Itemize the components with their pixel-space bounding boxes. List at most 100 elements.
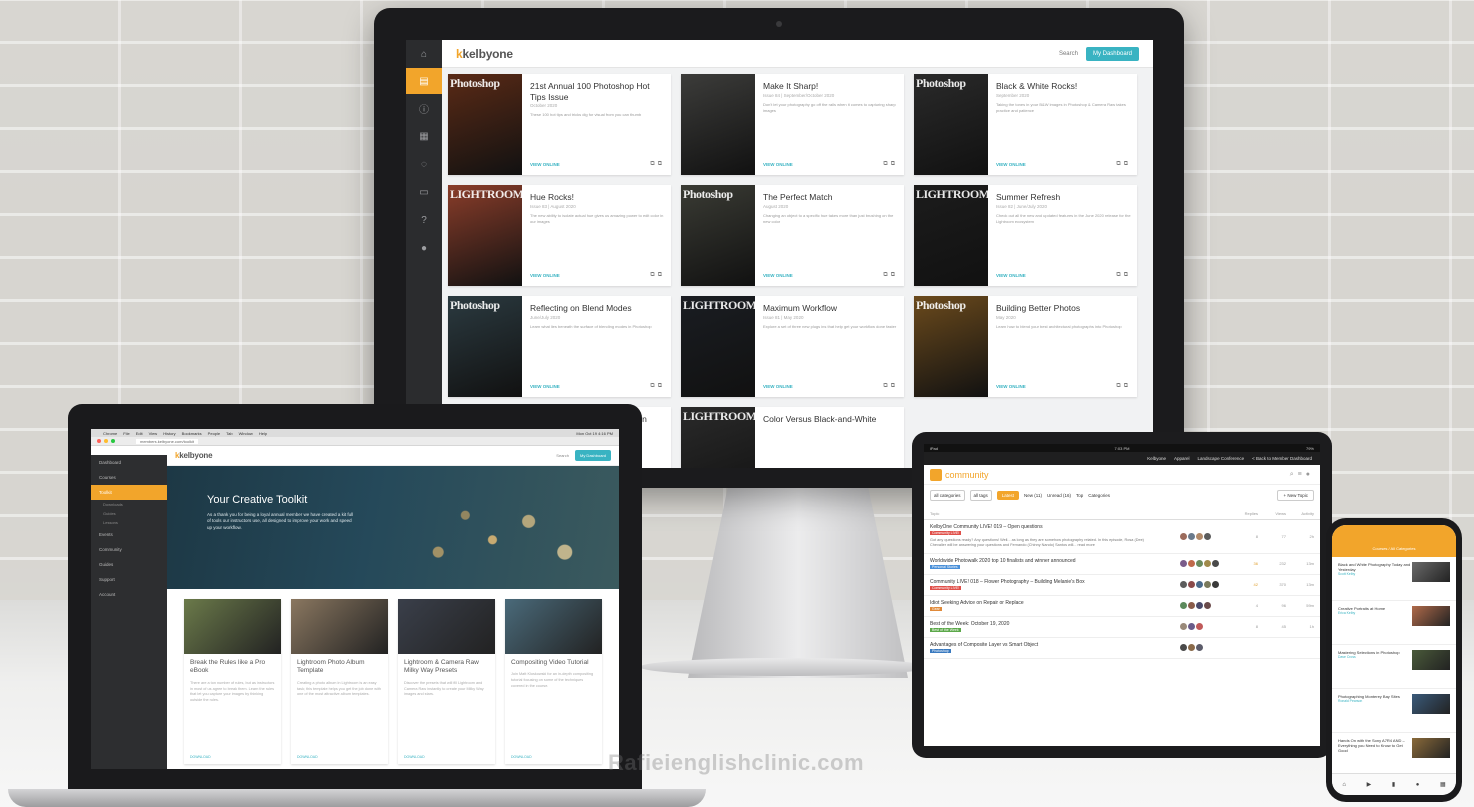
avatar[interactable]: [1204, 581, 1211, 589]
mac-menu-item[interactable]: Help: [259, 431, 267, 436]
magazine-title[interactable]: Make It Sharp!: [763, 81, 898, 92]
course-list-item[interactable]: Creative Portraits at Home Erica Kelby: [1332, 601, 1456, 645]
magazine-title[interactable]: Hue Rocks!: [530, 192, 665, 203]
download-icon[interactable]: ⧉: [891, 383, 898, 389]
close-icon[interactable]: [97, 439, 101, 443]
avatar[interactable]: [1188, 532, 1195, 540]
user-icon[interactable]: ●: [406, 234, 442, 262]
magazine-title[interactable]: The Perfect Match: [763, 192, 898, 203]
sidebar-item[interactable]: Events: [91, 527, 167, 542]
magazine-title[interactable]: Black & White Rocks!: [996, 81, 1131, 92]
magazine-title[interactable]: Color Versus Black-and-White: [763, 414, 898, 425]
toolkit-card[interactable]: Break the Rules like a Pro eBook There ar…: [184, 599, 281, 764]
magazine-title[interactable]: 21st Annual 100 Photoshop Hot Tips Issue: [530, 81, 665, 102]
mac-menu-item[interactable]: Chrome: [103, 431, 117, 436]
view-online-link[interactable]: VIEW ONLINE: [763, 384, 793, 389]
filter-dropdown[interactable]: all tags: [969, 489, 992, 501]
download-icon[interactable]: ⧉: [891, 161, 898, 167]
avatar[interactable]: [1180, 560, 1187, 568]
download-icon[interactable]: ⧉: [658, 161, 665, 167]
magazine-card[interactable]: Photoshop Reflecting on Blend Modes June/J…: [448, 296, 671, 397]
toolkit-card[interactable]: Lightroom Photo Album Template Creating a…: [291, 599, 388, 764]
kelbyone-logo[interactable]: kkelbyone: [175, 451, 213, 460]
help-icon[interactable]: ?: [406, 206, 442, 234]
course-title[interactable]: Hands On with the Sony A7R4 AND – Everyt…: [1338, 738, 1412, 754]
course-thumbnail[interactable]: [1412, 562, 1450, 582]
download-icon[interactable]: ⧉: [891, 272, 898, 278]
sidebar-subitem[interactable]: Lessons: [91, 518, 167, 527]
avatar[interactable]: [1212, 581, 1219, 589]
magazine-title[interactable]: Reflecting on Blend Modes: [530, 303, 665, 314]
community-logo[interactable]: community: [930, 468, 989, 481]
avatar[interactable]: [1204, 560, 1211, 568]
magazine-card[interactable]: LIGHTROOM Hue Rocks! Issue 83 | August 202…: [448, 185, 671, 286]
toolkit-card[interactable]: Compositing Video Tutorial Join Matt Klos…: [505, 599, 602, 764]
copy-icon[interactable]: ⧉: [883, 383, 890, 389]
toolkit-card-image[interactable]: [398, 599, 495, 654]
topic-row[interactable]: Worldwide Photowalk 2020 top 10 finalist…: [924, 554, 1320, 575]
avatar[interactable]: [1180, 602, 1187, 610]
play-icon[interactable]: ▶: [1367, 781, 1372, 788]
avatar[interactable]: [1188, 581, 1195, 589]
avatar[interactable]: [1212, 560, 1219, 568]
avatar[interactable]: [1180, 532, 1187, 540]
search-icon[interactable]: ⌕: [1290, 471, 1298, 478]
avatar[interactable]: [1180, 623, 1187, 631]
topic-tab[interactable]: Unread (16): [1047, 493, 1071, 498]
magazine-title[interactable]: Summer Refresh: [996, 192, 1131, 203]
download-link[interactable]: DOWNLOAD: [297, 755, 318, 759]
course-list-item[interactable]: Hands On with the Sony A7R4 AND – Everyt…: [1332, 733, 1456, 777]
community-nav-link[interactable]: < Back to Member Dashboard: [1252, 456, 1312, 461]
view-online-link[interactable]: VIEW ONLINE: [996, 162, 1026, 167]
toolkit-card-title[interactable]: Break the Rules like a Pro eBook: [184, 654, 281, 676]
course-thumbnail[interactable]: [1412, 606, 1450, 626]
sidebar-subitem[interactable]: Downloads: [91, 500, 167, 509]
sidebar-item[interactable]: Account: [91, 587, 167, 602]
copy-icon[interactable]: ⧉: [883, 161, 890, 167]
copy-icon[interactable]: ⧉: [1116, 272, 1123, 278]
magazine-card[interactable]: Photoshop Black & White Rocks! September 2…: [914, 74, 1137, 175]
magazine-icon[interactable]: ▤: [406, 68, 442, 94]
community-nav-link[interactable]: Landscape Conference: [1198, 456, 1245, 461]
topic-row[interactable]: Best of the Week: October 19, 2020 Best o…: [924, 617, 1320, 638]
sidebar-item[interactable]: Guides: [91, 557, 167, 572]
magazine-card[interactable]: Photoshop 21st Annual 100 Photoshop Hot T…: [448, 74, 671, 175]
topic-row[interactable]: Community LIVE! 018 – Flower Photography…: [924, 575, 1320, 596]
download-icon[interactable]: ⧉: [1124, 272, 1131, 278]
sidebar-item[interactable]: Community: [91, 542, 167, 557]
sidebar-item[interactable]: Toolkit: [91, 485, 167, 500]
home-icon[interactable]: ⌂: [406, 40, 442, 68]
copy-icon[interactable]: ⧉: [650, 161, 657, 167]
community-nav-link[interactable]: Apparel: [1174, 456, 1190, 461]
course-title[interactable]: Black and White Photography Today and Ye…: [1338, 562, 1412, 572]
download-link[interactable]: DOWNLOAD: [404, 755, 425, 759]
copy-icon[interactable]: ⧉: [650, 272, 657, 278]
topic-title[interactable]: Worldwide Photowalk 2020 top 10 finalist…: [930, 558, 1180, 564]
home-icon[interactable]: ⌂: [1342, 782, 1346, 788]
magazine-cover[interactable]: Photoshop: [448, 74, 522, 175]
topic-title[interactable]: KelbyOne Community LIVE! 019 – Open ques…: [930, 524, 1180, 530]
toolkit-card-image[interactable]: [291, 599, 388, 654]
topic-tab[interactable]: Top: [1076, 493, 1083, 498]
magazine-cover[interactable]: LIGHTROOM: [914, 185, 988, 286]
avatar[interactable]: [1180, 581, 1187, 589]
magazine-card[interactable]: Make It Sharp! Issue 84 | September/Octob…: [681, 74, 904, 175]
magazine-title[interactable]: Building Better Photos: [996, 303, 1131, 314]
course-thumbnail[interactable]: [1412, 650, 1450, 670]
calendar-icon[interactable]: ▦: [406, 122, 442, 150]
mac-menu-item[interactable]: Window: [239, 431, 253, 436]
avatar[interactable]: [1180, 644, 1187, 652]
topic-tab[interactable]: Categories: [1088, 493, 1110, 498]
avatar[interactable]: [1196, 532, 1203, 540]
magazine-card[interactable]: LIGHTROOM Summer Refresh Issue 82 | June/J…: [914, 185, 1137, 286]
category-badge[interactable]: Photoshop: [930, 648, 951, 653]
info-icon[interactable]: ⓘ: [406, 94, 442, 122]
view-online-link[interactable]: VIEW ONLINE: [763, 273, 793, 278]
toolkit-card-title[interactable]: Lightroom Photo Album Template: [291, 654, 388, 676]
view-online-link[interactable]: VIEW ONLINE: [530, 384, 560, 389]
mac-menu-item[interactable]: Edit: [136, 431, 143, 436]
topic-title[interactable]: Idiot Seeking Advice on Repair or Replac…: [930, 600, 1180, 606]
download-link[interactable]: DOWNLOAD: [190, 755, 211, 759]
magazine-cover[interactable]: Photoshop: [681, 185, 755, 286]
magazine-cover[interactable]: Photoshop: [914, 296, 988, 397]
